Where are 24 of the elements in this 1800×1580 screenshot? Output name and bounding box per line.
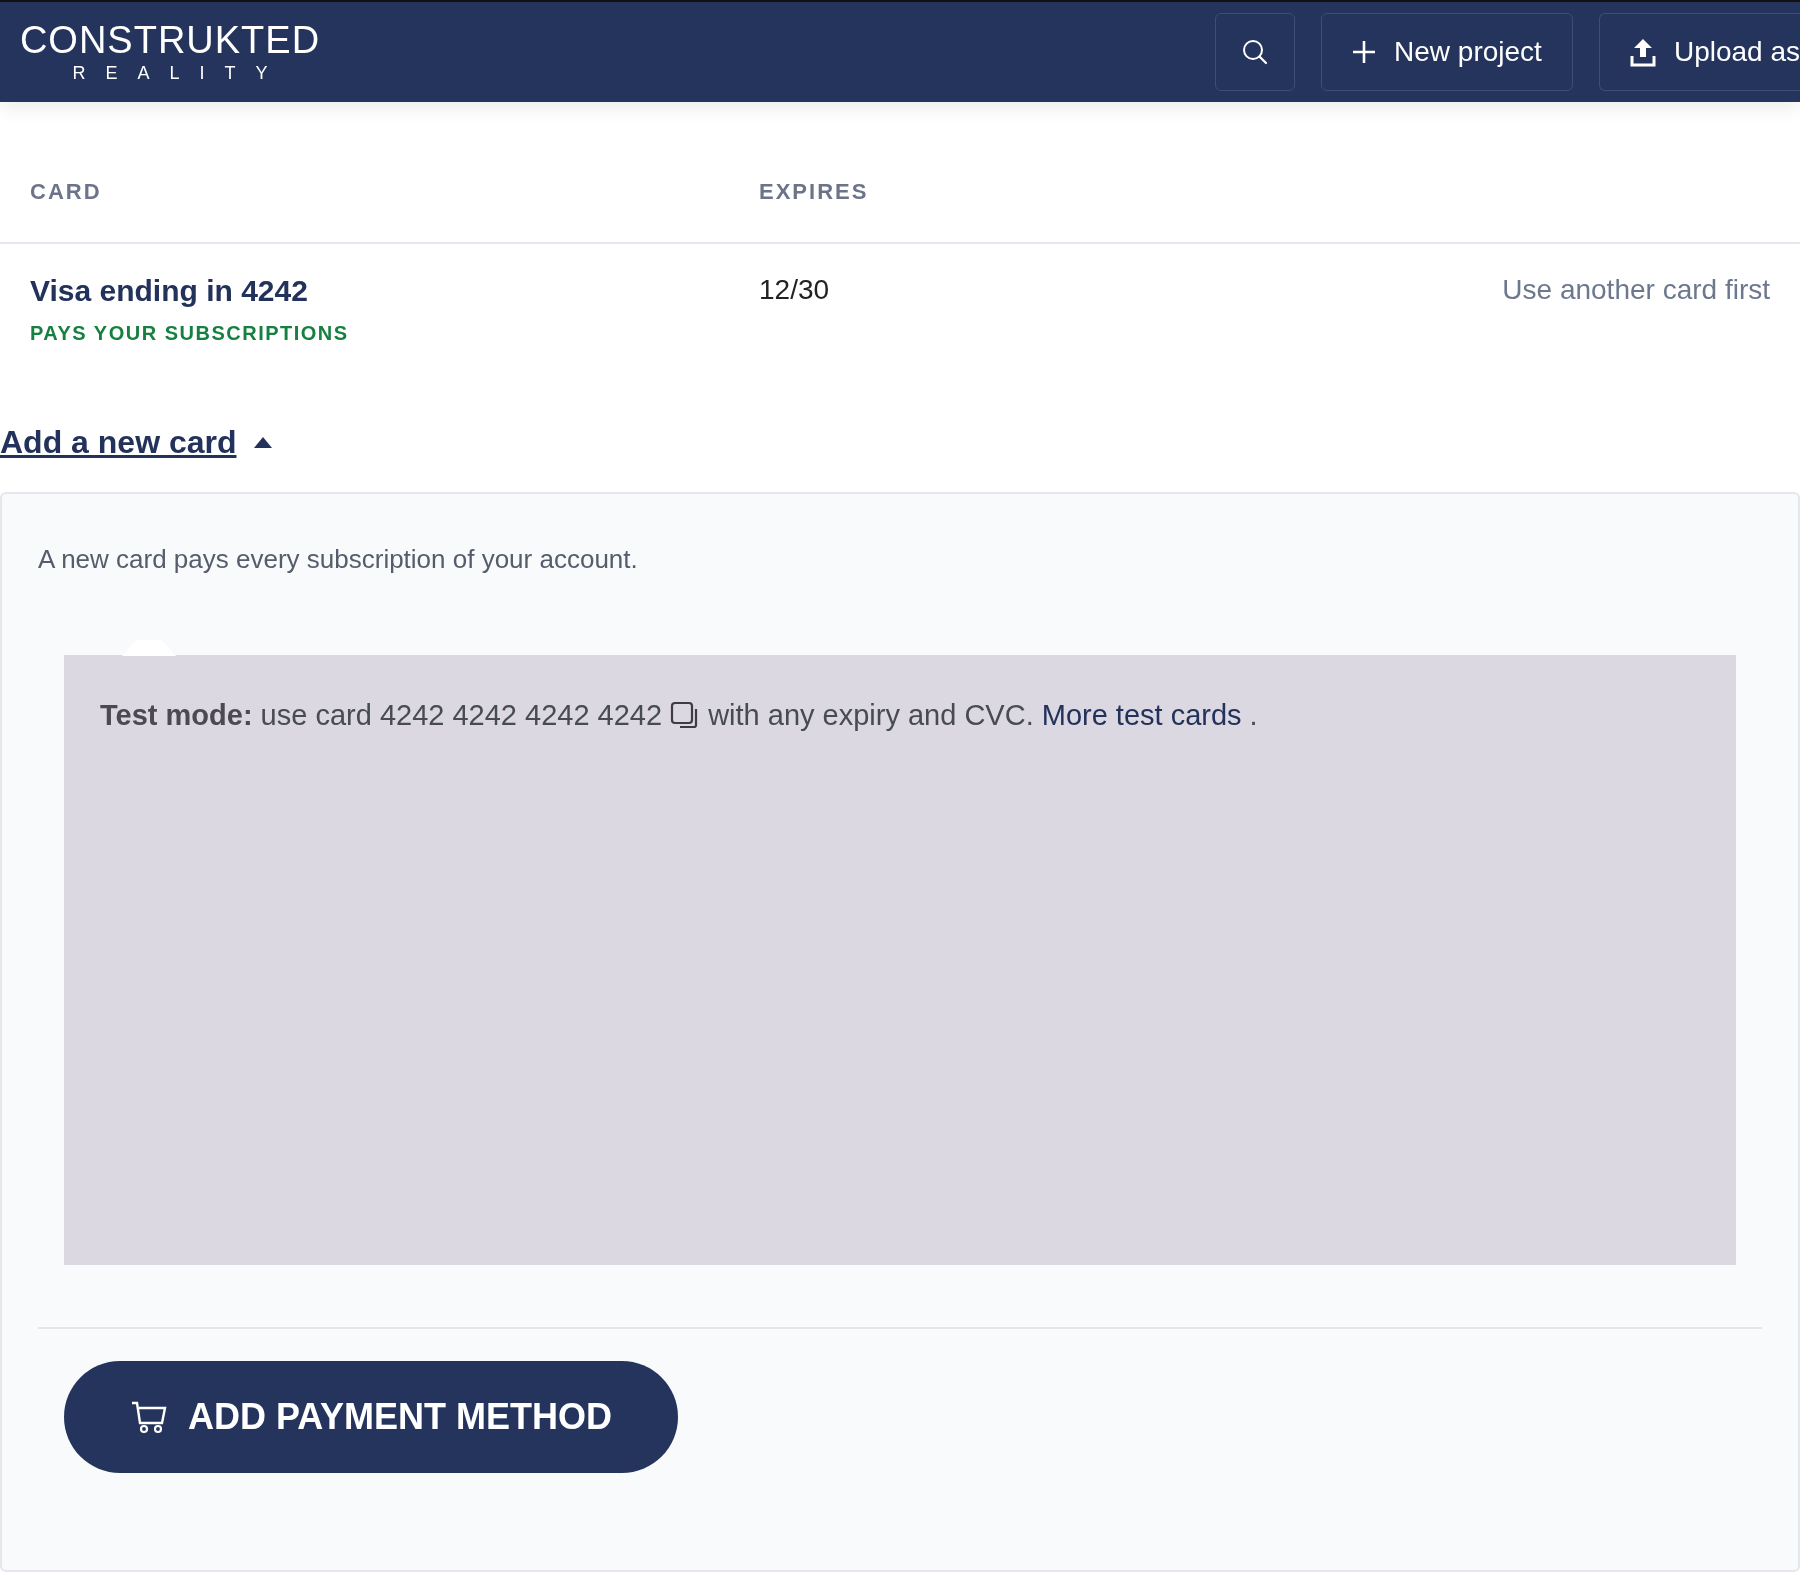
- cart-icon: [130, 1400, 168, 1434]
- notch-icon: [122, 638, 176, 656]
- test-mode-text: Test mode: use card 4242 4242 4242 4242: [100, 699, 663, 732]
- logo-subtitle: REALITY: [71, 62, 288, 84]
- status-label: PAYS YOUR SUBSCRIPTIONS: [30, 322, 350, 345]
- upload-button[interactable]: Upload as: [1598, 13, 1800, 91]
- upload-icon: [1629, 37, 1656, 67]
- caret-icon[interactable]: [252, 435, 273, 449]
- add-card-toggle[interactable]: Add a new card: [0, 423, 237, 461]
- row-note: Use another card first: [1501, 274, 1771, 306]
- panel-description: A new card pays every subscription of your account.: [38, 544, 639, 575]
- add-payment-method-button[interactable]: ADD PAYMENT METHOD: [64, 1361, 679, 1473]
- logo-wordmark[interactable]: CONSTRUKTED: [19, 20, 321, 59]
- test-mode-text: with any expiry and CVC.: [708, 699, 1034, 732]
- card-name: Visa ending in 4242: [30, 274, 309, 308]
- plus-icon: [1352, 40, 1377, 64]
- column-header: EXPIRES: [759, 179, 870, 205]
- search-icon: [1241, 38, 1270, 66]
- period-text: .: [1249, 699, 1258, 732]
- search-button[interactable]: [1215, 13, 1296, 91]
- new-project-button[interactable]: New project: [1321, 13, 1573, 91]
- column-header: CARD: [29, 179, 103, 205]
- test-cards-link[interactable]: More test cards: [1041, 699, 1242, 732]
- expiry-date: 12/30: [759, 274, 831, 306]
